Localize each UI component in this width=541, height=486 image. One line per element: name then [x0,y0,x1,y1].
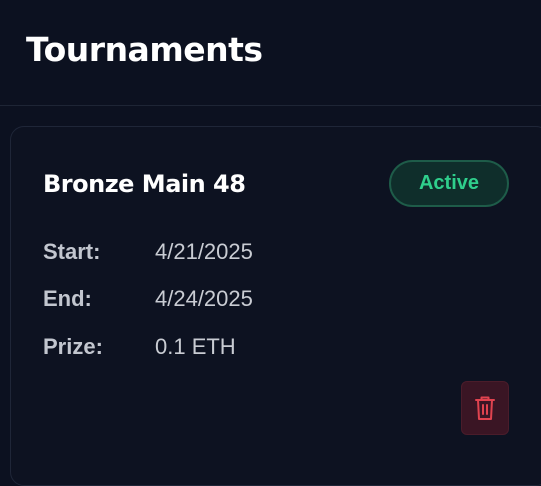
end-date-row: End: 4/24/2025 [43,284,253,314]
end-label: End: [43,286,92,311]
status-badge: Active [389,160,509,207]
prize-row: Prize: 0.1 ETH [43,332,236,362]
trash-icon [475,396,495,420]
start-label: Start: [43,239,101,264]
page-header: Tournaments [0,0,541,106]
tournament-card: Bronze Main 48 Active Start: 4/21/2025 E… [10,126,541,486]
tournament-name: Bronze Main 48 [43,170,246,198]
start-value: 4/21/2025 [155,239,253,264]
delete-tournament-button[interactable] [461,381,509,435]
prize-label: Prize: [43,334,103,359]
start-date-row: Start: 4/21/2025 [43,237,253,267]
page-title: Tournaments [26,30,263,69]
prize-value: 0.1 ETH [155,334,236,359]
end-value: 4/24/2025 [155,286,253,311]
